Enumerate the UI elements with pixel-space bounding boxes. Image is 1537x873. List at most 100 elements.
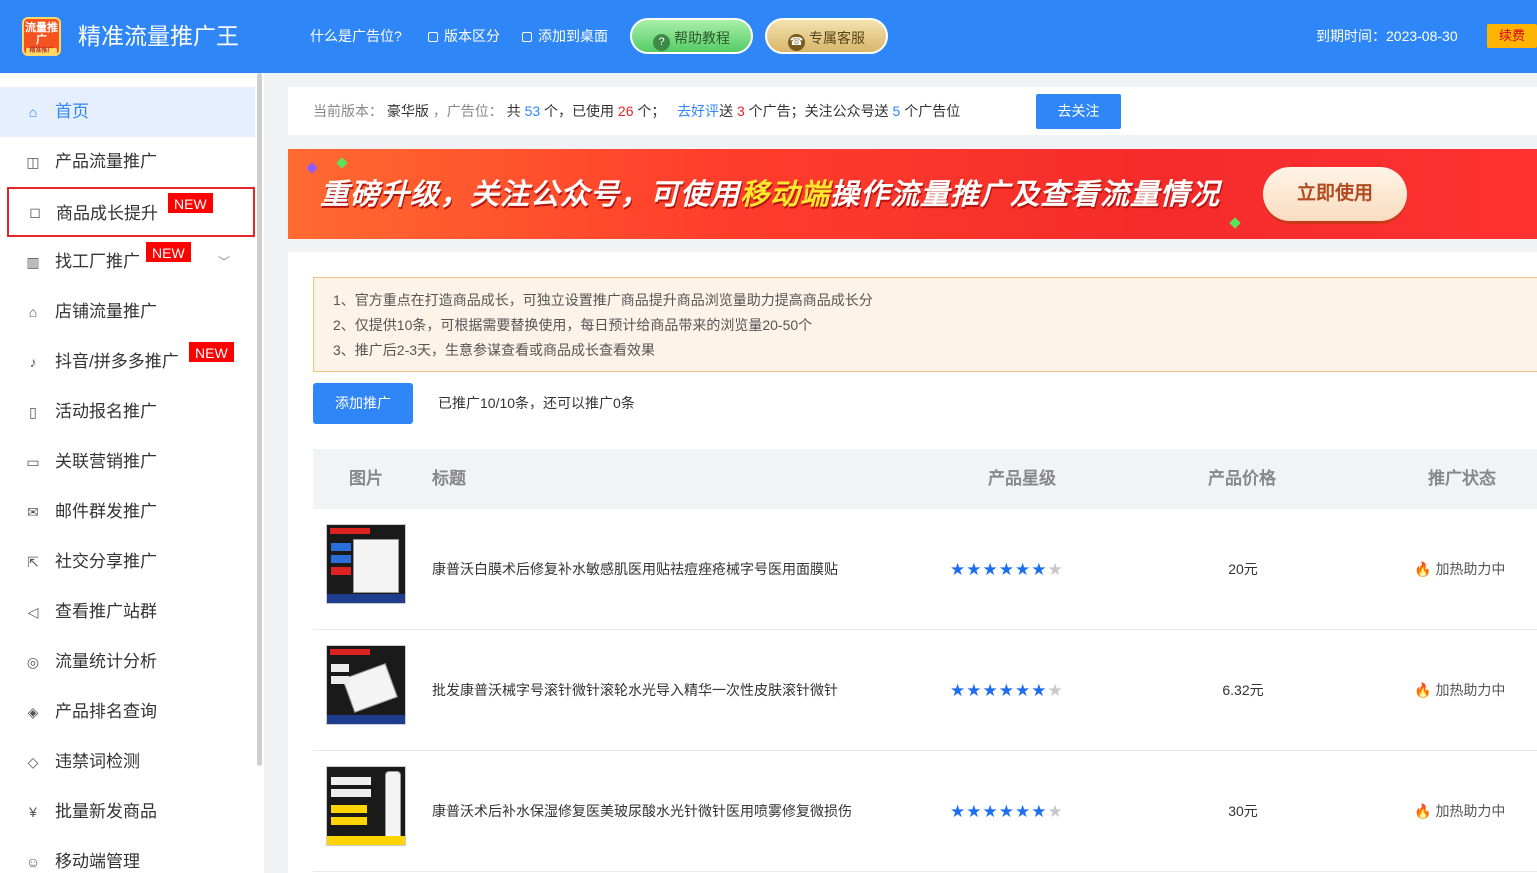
total-prefix: 共	[506, 103, 521, 119]
star-rating: ★★★★★★★	[950, 802, 1064, 821]
help-tutorial-button[interactable]: ? 帮助教程	[630, 18, 753, 54]
add-promotion-button[interactable]: 添加推广	[313, 383, 413, 424]
sidebar-item-douyin-pdd[interactable]: ♪ 抖音/拼多多推广 NEW	[0, 337, 255, 387]
sidebar-item-label: 批量新发商品	[55, 802, 157, 821]
shield-check-icon: ◇	[27, 754, 39, 770]
sidebar-item-label: 关联营销推广	[55, 452, 157, 471]
logo-subtext: 精准推广	[26, 48, 57, 55]
table-row[interactable]: 批发康普沃械字号滚针微针滚轮水光导入精华一次性皮肤滚针微针 ★★★★★★★ 6.…	[313, 630, 1537, 751]
yen-icon: ¥	[29, 804, 37, 820]
banner-text-before: 重磅升级，关注公众号，可使用	[320, 179, 741, 211]
sidebar: ⌂ 首页 ◫ 产品流量推广 ◻ 商品成长提升 NEW ▥ 找工厂推广 NEW ﹀ ⌂ 店铺流量推…	[0, 73, 264, 873]
header-title: 标题	[432, 469, 466, 488]
customer-service-label: 专属客服	[809, 30, 865, 46]
banner-text-after: 操作流量推广及查看流量情况	[830, 179, 1221, 211]
sidebar-item-email-mass[interactable]: ✉ 邮件群发推广	[0, 487, 255, 537]
shield-icon: ◈	[27, 704, 39, 720]
confetti-decoration	[336, 157, 348, 169]
notice-line: 3、推广后2-3天，生意参谋查看或商品成长查看效果	[333, 342, 656, 358]
version-compare-link[interactable]: 版本区分	[428, 26, 500, 46]
sidebar-item-label: 产品流量推广	[55, 152, 157, 171]
new-badge: NEW	[188, 341, 235, 363]
sidebar-item-label: 店铺流量推广	[55, 302, 157, 321]
used-ads: 26	[617, 103, 634, 119]
sidebar-item-find-factory[interactable]: ▥ 找工厂推广 NEW ﹀	[0, 237, 255, 287]
version-value: 豪华版	[386, 103, 429, 119]
sidebar-item-mobile[interactable]: ☺ 移动端管理	[0, 837, 255, 873]
use-now-button[interactable]: 立即使用	[1263, 167, 1407, 221]
promotion-quota-text: 已推广10/10条，还可以推广0条	[438, 395, 635, 411]
table-row[interactable]: 康普沃术后补水保湿修复医美玻尿酸水光针微针医用喷雾修复微损伤 ★★★★★★★ 3…	[313, 751, 1537, 872]
store-icon: ⌂	[28, 304, 38, 320]
status-label: 加热助力中	[1435, 561, 1506, 577]
new-badge: NEW	[145, 241, 192, 263]
version-label: 当前版本：	[313, 103, 383, 119]
sidebar-item-banned-words[interactable]: ◇ 违禁词检测	[0, 737, 255, 787]
what-is-ad-slot-link[interactable]: 什么是广告位?	[310, 26, 402, 46]
chevron-down-icon[interactable]: ﹀	[218, 237, 230, 287]
product-image[interactable]	[326, 524, 406, 604]
product-title[interactable]: 康普沃白膜术后修复补水敏感肌医用贴祛痘痤疮械字号医用面膜贴	[432, 509, 838, 630]
sidebar-item-label: 流量统计分析	[55, 652, 157, 671]
bookmark-icon	[428, 32, 438, 42]
sidebar-item-bulk-publish[interactable]: ¥ 批量新发商品	[0, 787, 255, 837]
header-status: 推广状态	[1428, 469, 1496, 488]
review-suffix: 个广告；关注公众号送	[748, 103, 889, 119]
sidebar-item-promo-sites[interactable]: ◁ 查看推广站群	[0, 587, 255, 637]
header-image: 图片	[349, 469, 383, 488]
notice-line: 1、官方重点在打造商品成长，可独立设置推广商品提升商品浏览量助力提高商品成长分	[333, 292, 873, 308]
status-label: 加热助力中	[1435, 803, 1506, 819]
banner-text-highlight: 移动端	[740, 179, 831, 211]
notice-line: 2、仅提供10条，可根据需要替换使用，每日预计给商品带来的浏览量20-50个	[333, 317, 813, 333]
review-count: 3	[736, 103, 745, 119]
sidebar-item-event-signup[interactable]: ▯ 活动报名推广	[0, 387, 255, 437]
customer-service-button[interactable]: ☎ 专属客服	[765, 18, 888, 54]
sidebar-item-label: 抖音/拼多多推广	[55, 352, 179, 371]
product-title[interactable]: 康普沃术后补水保湿修复医美玻尿酸水光针微针医用喷雾修复微损伤	[432, 751, 852, 872]
header-price: 产品价格	[1208, 469, 1276, 488]
product-price: 6.32元	[1222, 682, 1264, 698]
sidebar-item-label: 商品成长提升	[56, 204, 158, 223]
sidebar-item-product-growth[interactable]: ◻ 商品成长提升 NEW	[7, 187, 255, 237]
go-follow-button[interactable]: 去关注	[1036, 94, 1121, 129]
sidebar-item-traffic-stats[interactable]: ◎ 流量统计分析	[0, 637, 255, 687]
top-bar: 流量推广 精准推广 精准流量推广王 什么是广告位? 版本区分 添加到桌面 ? 帮助…	[0, 0, 1537, 73]
sidebar-item-label: 首页	[55, 102, 89, 121]
expire-date: 到期时间：2023-08-30	[1316, 28, 1458, 44]
product-price: 30元	[1228, 803, 1258, 819]
renew-button[interactable]: 续费	[1487, 24, 1537, 48]
confetti-decoration	[306, 162, 318, 174]
sidebar-item-label: 查看推广站群	[55, 602, 157, 621]
notice-box: 1、官方重点在打造商品成长，可独立设置推广商品提升商品浏览量助力提高商品成长分 …	[313, 277, 1537, 372]
table-header: 图片 标题 产品星级 产品价格 推广状态	[313, 449, 1537, 509]
sidebar-item-store-traffic[interactable]: ⌂ 店铺流量推广	[0, 287, 255, 337]
star-rating: ★★★★★★★	[950, 560, 1064, 579]
sidebar-item-label: 社交分享推广	[55, 552, 157, 571]
promo-banner[interactable]: 重磅升级，关注公众号，可使用移动端操作流量推广及查看流量情况 立即使用	[288, 149, 1537, 239]
briefcase-icon: ◻	[29, 204, 41, 220]
sidebar-item-social-share[interactable]: ⇱ 社交分享推广	[0, 537, 255, 587]
sidebar-item-rank-query[interactable]: ◈ 产品排名查询	[0, 687, 255, 737]
add-to-desktop-link[interactable]: 添加到桌面	[522, 26, 608, 46]
sidebar-item-home[interactable]: ⌂ 首页	[0, 87, 255, 137]
chart-icon: ▭	[26, 454, 40, 470]
sidebar-item-label: 违禁词检测	[55, 752, 140, 771]
product-image[interactable]	[326, 766, 406, 846]
status-label: 加热助力中	[1435, 682, 1506, 698]
product-title[interactable]: 批发康普沃械字号滚针微针滚轮水光导入精华一次性皮肤滚针微针	[432, 630, 838, 751]
table-row[interactable]: 康普沃白膜术后修复补水敏感肌医用贴祛痘痤疮械字号医用面膜贴 ★★★★★★★ 20…	[313, 509, 1537, 630]
megaphone-icon: ◁	[27, 604, 39, 620]
sidebar-item-related-marketing[interactable]: ▭ 关联营销推广	[0, 437, 255, 487]
follow-count: 5	[892, 103, 901, 119]
app-logo[interactable]: 流量推广 精准推广	[22, 17, 61, 56]
sidebar-item-label: 产品排名查询	[55, 702, 157, 721]
sidebar-item-product-traffic[interactable]: ◫ 产品流量推广	[0, 137, 255, 187]
review-link[interactable]: 去好评	[677, 103, 719, 119]
product-image[interactable]	[326, 645, 406, 725]
home-icon: ⌂	[28, 104, 38, 120]
review-text: 送	[719, 103, 734, 119]
fire-icon: 🔥	[1414, 561, 1432, 577]
used-suffix: 个；	[637, 103, 666, 119]
monitor-icon	[522, 32, 532, 42]
sidebar-scrollbar[interactable]	[257, 73, 262, 766]
